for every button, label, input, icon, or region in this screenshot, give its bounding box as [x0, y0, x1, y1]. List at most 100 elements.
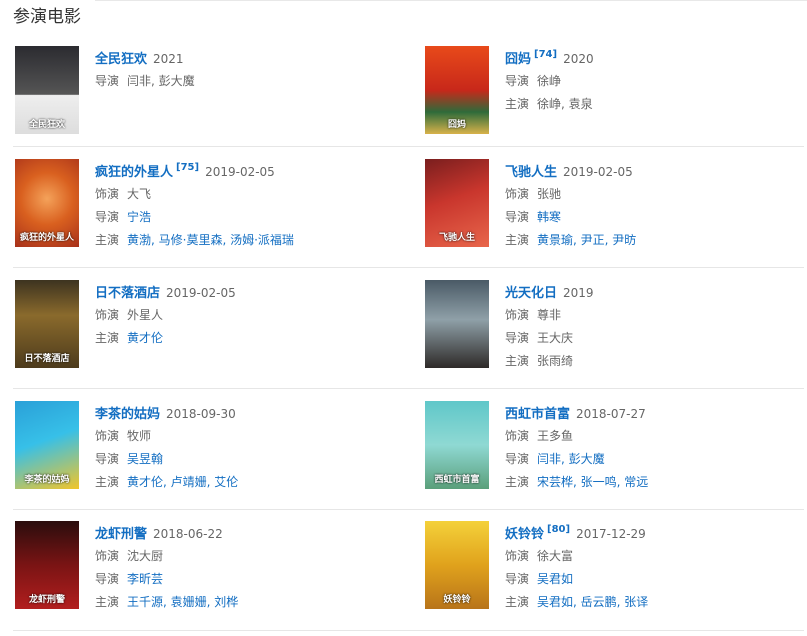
- movie-poster[interactable]: 日不落酒店: [15, 280, 79, 368]
- section-title: 参演电影: [13, 7, 81, 27]
- director-line-value: 王大庆: [537, 331, 574, 345]
- movie-title-line: 妖铃铃 [80] 2017-12-29: [505, 523, 646, 542]
- release-date: 2019-02-05: [205, 165, 275, 179]
- role-line: 饰演 外星人: [95, 306, 163, 323]
- movie-card: 囧妈 囧妈 [74] 2020 导演 徐峥 主演 徐峥, 袁泉: [425, 46, 805, 136]
- role-line-label: 饰演: [95, 187, 120, 201]
- cast-line: 主演 黄才伦, 卢靖姗, 艾伦: [95, 473, 238, 490]
- cast-line-label: 主演: [505, 233, 530, 247]
- movie-poster[interactable]: 囧妈: [425, 46, 489, 134]
- role-line: 饰演 牧师: [95, 427, 151, 444]
- movie-poster[interactable]: 疯狂的外星人: [15, 159, 79, 247]
- director-line-value[interactable]: 闫非, 彭大魔: [537, 452, 605, 466]
- cast-line-value[interactable]: 黄渤, 马修·莫里森, 汤姆·派福瑞: [127, 233, 294, 247]
- row-divider: [13, 509, 804, 510]
- director-line: 导演 韩寒: [505, 208, 561, 225]
- cast-line-value[interactable]: 宋芸桦, 张一鸣, 常远: [537, 475, 648, 489]
- movie-card: 全民狂欢 全民狂欢 2021 导演 闫非, 彭大魔: [15, 46, 395, 136]
- director-line-value[interactable]: 韩寒: [537, 210, 561, 224]
- movie-card: 李茶的姑妈 李茶的姑妈 2018-09-30 饰演 牧师导演 吴昱翰主演 黄才伦, 卢靖姗,…: [15, 401, 395, 491]
- cast-line-value[interactable]: 黄才伦: [127, 331, 163, 345]
- movie-title-line: 李茶的姑妈 2018-09-30: [95, 403, 236, 422]
- cast-line-label: 主演: [95, 233, 120, 247]
- cast-line-value[interactable]: 黄才伦, 卢靖姗, 艾伦: [127, 475, 238, 489]
- director-line: 导演 李昕芸: [95, 570, 163, 587]
- director-line-label: 导演: [505, 452, 530, 466]
- cast-line: 主演 王千源, 袁姗姗, 刘桦: [95, 593, 238, 610]
- movie-title-link[interactable]: 李茶的姑妈: [95, 407, 160, 422]
- role-line-label: 饰演: [505, 429, 530, 443]
- reference-link[interactable]: [80]: [547, 524, 570, 535]
- director-line: 导演 吴君如: [505, 570, 573, 587]
- role-line-value: 徐大富: [537, 549, 574, 563]
- cast-line-value[interactable]: 吴君如, 岳云鹏, 张译: [537, 595, 648, 609]
- movie-card: 日不落酒店 日不落酒店 2019-02-05 饰演 外星人 主演 黄才伦: [15, 280, 395, 370]
- role-line-label: 饰演: [95, 549, 120, 563]
- poster-title-art: 囧妈: [447, 120, 466, 130]
- director-line-label: 导演: [505, 331, 530, 345]
- movie-title-link[interactable]: 日不落酒店: [95, 286, 160, 301]
- movie-poster[interactable]: 全民狂欢: [15, 46, 79, 134]
- movie-card: 妖铃铃 妖铃铃 [80] 2017-12-29 饰演 徐大富 导演 吴君如 主演 吴君如, 岳云鹏…: [425, 521, 805, 611]
- release-date: 2021: [153, 52, 184, 66]
- release-date: 2018-09-30: [166, 407, 236, 421]
- poster-title-art: 日不落酒店: [24, 354, 70, 364]
- director-line: 导演 闫非, 彭大魔: [505, 450, 605, 467]
- movie-title-link[interactable]: 光天化日: [505, 286, 557, 301]
- movie-title-link[interactable]: 妖铃铃: [505, 527, 544, 542]
- reference-link[interactable]: [75]: [176, 162, 199, 173]
- row-divider: [13, 267, 804, 268]
- director-line: 导演 王大庆: [505, 329, 573, 346]
- cast-line-value: 张雨绮: [537, 354, 574, 368]
- movie-title-line: 日不落酒店 2019-02-05: [95, 282, 236, 301]
- movie-title-link[interactable]: 全民狂欢: [95, 52, 147, 67]
- cast-line-label: 主演: [505, 595, 530, 609]
- cast-line-label: 主演: [95, 595, 120, 609]
- role-line-label: 饰演: [505, 308, 530, 322]
- director-line-label: 导演: [505, 572, 530, 586]
- movie-poster[interactable]: 西虹市首富: [425, 401, 489, 489]
- movie-poster[interactable]: 李茶的姑妈: [15, 401, 79, 489]
- poster-title-art: 疯狂的外星人: [19, 233, 74, 243]
- poster-title-art: 西虹市首富: [434, 475, 480, 485]
- cast-line-label: 主演: [505, 97, 530, 111]
- movie-title-link[interactable]: 疯狂的外星人: [95, 165, 173, 180]
- row-divider: [13, 388, 804, 389]
- cast-line-label: 主演: [505, 354, 530, 368]
- movie-title-link[interactable]: 囧妈: [505, 52, 531, 67]
- movie-poster[interactable]: 妖铃铃: [425, 521, 489, 609]
- cast-line: 主演 黄才伦: [95, 329, 163, 346]
- role-line-label: 饰演: [95, 308, 120, 322]
- cast-line-value[interactable]: 王千源, 袁姗姗, 刘桦: [127, 595, 238, 609]
- cast-line-label: 主演: [95, 475, 120, 489]
- movie-title-link[interactable]: 飞驰人生: [505, 165, 557, 180]
- director-line-value[interactable]: 李昕芸: [127, 572, 163, 586]
- director-line: 导演 吴昱翰: [95, 450, 163, 467]
- poster-title-art: 妖铃铃: [443, 595, 471, 605]
- movie-title-line: 囧妈 [74] 2020: [505, 48, 594, 67]
- director-line-value[interactable]: 吴昱翰: [127, 452, 163, 466]
- role-line: 饰演 尊非: [505, 306, 561, 323]
- movie-poster[interactable]: 飞驰人生: [425, 159, 489, 247]
- row-divider: [13, 146, 804, 147]
- role-line-value: 大飞: [127, 187, 152, 201]
- role-line-label: 饰演: [505, 187, 530, 201]
- director-line-label: 导演: [95, 74, 120, 88]
- poster-title-art: 龙虾刑警: [28, 595, 65, 605]
- role-line: 饰演 张驰: [505, 185, 561, 202]
- movie-title-link[interactable]: 龙虾刑警: [95, 527, 147, 542]
- cast-line-value[interactable]: 黄景瑜, 尹正, 尹昉: [537, 233, 636, 247]
- movie-poster[interactable]: [425, 280, 489, 368]
- movie-poster[interactable]: 龙虾刑警: [15, 521, 79, 609]
- director-line-value[interactable]: 吴君如: [537, 572, 573, 586]
- role-line: 饰演 王多鱼: [505, 427, 573, 444]
- director-line-label: 导演: [95, 572, 120, 586]
- cast-line: 主演 黄景瑜, 尹正, 尹昉: [505, 231, 636, 248]
- movie-title-link[interactable]: 西虹市首富: [505, 407, 570, 422]
- top-divider: [95, 0, 807, 1]
- reference-link[interactable]: [74]: [534, 49, 557, 60]
- release-date: 2018-06-22: [153, 527, 223, 541]
- director-line-value[interactable]: 宁浩: [127, 210, 151, 224]
- cast-line: 主演 徐峥, 袁泉: [505, 95, 593, 112]
- cast-line: 主演 张雨绮: [505, 352, 573, 369]
